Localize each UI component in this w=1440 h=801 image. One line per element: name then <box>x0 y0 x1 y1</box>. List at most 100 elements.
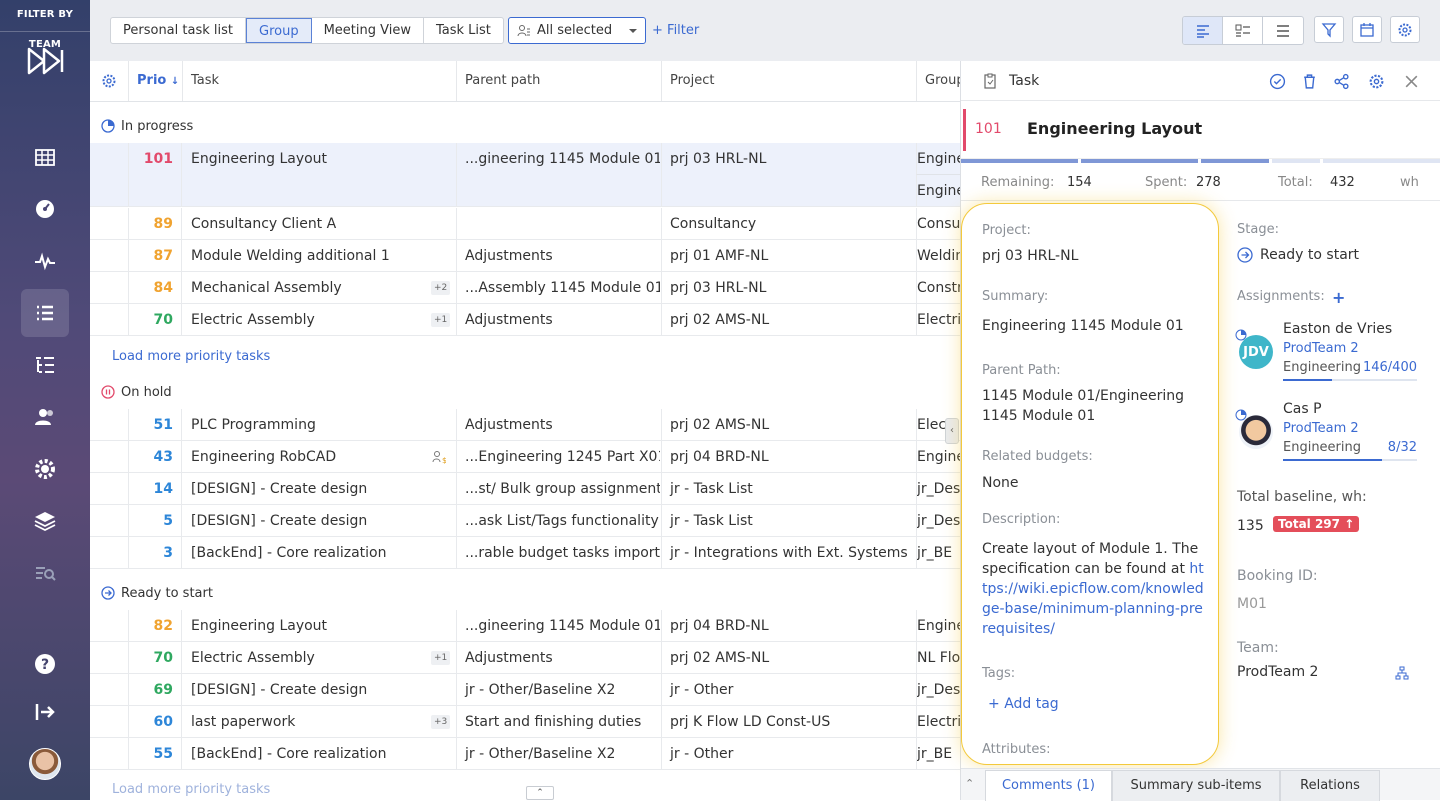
calendar-icon[interactable] <box>1352 16 1382 43</box>
table-row[interactable]: 5 [DESIGN] - Create design ...ask List/T… <box>90 505 960 537</box>
sidebar-dashboard-icon[interactable] <box>21 185 69 233</box>
view-task-list[interactable]: Task List <box>424 18 503 43</box>
total-value: 432 <box>1330 175 1355 190</box>
align-left-icon[interactable] <box>1183 17 1223 44</box>
task-id: 101 <box>975 121 1002 137</box>
sidebar-pulse-icon[interactable] <box>21 237 69 285</box>
table-row[interactable]: 43 Engineering RobCAD $ ...Engineering 1… <box>90 441 960 473</box>
trash-icon[interactable] <box>1301 73 1318 90</box>
booking-id-value[interactable]: M01 <box>1237 596 1267 612</box>
team-select[interactable]: All selected <box>508 17 646 44</box>
tab-summary-sub-items[interactable]: Summary sub-items <box>1112 770 1280 801</box>
budget-user-icon: $ <box>432 451 446 464</box>
check-circle-icon[interactable] <box>1269 73 1286 90</box>
subtask-count-badge: +1 <box>431 651 451 665</box>
chevron-up-icon[interactable]: ⌃ <box>965 777 974 790</box>
team-value[interactable]: ProdTeam 2 <box>1237 664 1318 680</box>
column-project[interactable]: Project <box>661 61 916 101</box>
list-icon[interactable] <box>1263 17 1303 44</box>
flag-icon <box>963 109 966 151</box>
sidebar-hierarchy-list-icon[interactable] <box>21 341 69 389</box>
gear-icon[interactable] <box>1368 73 1385 90</box>
filter-button[interactable]: + Filter <box>652 17 699 44</box>
table-row[interactable]: 55 [BackEnd] - Core realization jr - Oth… <box>90 738 960 770</box>
table-row[interactable]: 87 Module Welding additional 1 Adjustmen… <box>90 240 960 272</box>
task-name[interactable]: Engineering Layout <box>1027 119 1202 138</box>
app-logo-icon[interactable] <box>26 46 66 76</box>
sidebar-analytics-icon[interactable] <box>21 549 69 597</box>
task-title-row: 101 Engineering Layout <box>961 101 1440 159</box>
table-row[interactable]: 101 Engineering Layout ...gineering 1145… <box>90 143 960 207</box>
chevron-up-icon[interactable]: ⌃ <box>526 786 554 800</box>
task-detail-panel: Task 101 Engineering Layout Remaining: 1… <box>960 61 1440 801</box>
table-row[interactable]: 70 Electric Assembly +1 Adjustments prj … <box>90 304 960 336</box>
task-grid: In progress 101 Engineering Layout ...gi… <box>90 102 960 800</box>
close-icon[interactable] <box>1403 73 1420 90</box>
description-text[interactable]: Create layout of Module 1. The specifica… <box>982 539 1208 639</box>
description-card: Project: prj 03 HRL-NL Summary: Engineer… <box>961 203 1219 765</box>
table-row[interactable]: 3 [BackEnd] - Core realization ...rable … <box>90 537 960 569</box>
toolbar: Personal task list Group Meeting View Ta… <box>90 0 1440 61</box>
table-row[interactable]: 89 Consultancy Client A Consultancy Cons… <box>90 208 960 240</box>
table-row[interactable]: 69 [DESIGN] - Create design jr - Other/B… <box>90 674 960 706</box>
clipboard-icon <box>984 73 996 89</box>
panel-tabs: ⌃ Comments (1) Summary sub-items Relatio… <box>961 768 1440 801</box>
svg-text:?: ? <box>41 657 49 673</box>
sidebar-task-list-icon[interactable] <box>21 289 69 337</box>
person-list-icon[interactable] <box>1223 17 1263 44</box>
total-badge: Total 297 ↑ <box>1273 516 1360 532</box>
assignment-item[interactable]: Cas P ProdTeam 2 Engineering 8/32 <box>1235 401 1425 467</box>
table-row[interactable]: 51 PLC Programming Adjustments prj 02 AM… <box>90 409 960 441</box>
summary-value[interactable]: Engineering 1145 Module 01 <box>982 316 1208 336</box>
column-prio[interactable]: Prio ↓ <box>128 61 182 101</box>
column-settings-icon[interactable] <box>90 61 128 101</box>
collapse-panel-button[interactable]: ‹ <box>945 418 959 444</box>
team-select-value: All selected <box>537 23 613 38</box>
table-row[interactable]: 70 Electric Assembly +1 Adjustments prj … <box>90 642 960 674</box>
filter-funnel-icon[interactable] <box>1314 16 1344 43</box>
tab-comments[interactable]: Comments (1) <box>985 770 1112 801</box>
assignment-progress <box>1283 459 1417 461</box>
load-more-link[interactable]: Load more priority tasks <box>112 782 270 797</box>
sidebar-calendar-icon[interactable] <box>21 133 69 181</box>
table-row[interactable]: 82 Engineering Layout ...gineering 1145 … <box>90 610 960 642</box>
group-in-progress[interactable]: In progress <box>90 110 960 142</box>
tab-relations[interactable]: Relations <box>1280 770 1380 801</box>
user-avatar[interactable] <box>29 748 61 780</box>
sidebar-users-icon[interactable] <box>21 393 69 441</box>
panel-header: Task <box>961 61 1440 101</box>
svg-text:$: $ <box>442 456 446 464</box>
gear-icon[interactable] <box>1390 16 1420 43</box>
pause-icon <box>101 385 115 399</box>
table-row[interactable]: 84 Mechanical Assembly +2 ...Assembly 11… <box>90 272 960 304</box>
sidebar-settings-icon[interactable] <box>21 445 69 493</box>
subtask-count-badge: +3 <box>431 715 451 729</box>
org-chart-icon[interactable] <box>1395 666 1409 680</box>
parent-path-value[interactable]: 1145 Module 01/Engineering 1145 Module 0… <box>982 386 1208 426</box>
group-on-hold[interactable]: On hold <box>90 376 960 408</box>
stage-value[interactable]: Ready to start <box>1237 247 1359 263</box>
spent-value: 278 <box>1196 175 1221 190</box>
logout-icon[interactable] <box>21 688 69 736</box>
arrow-circle-icon <box>1237 247 1253 263</box>
add-assignment-icon[interactable]: + <box>1332 288 1345 307</box>
column-task[interactable]: Task <box>182 61 456 101</box>
load-more-link[interactable]: Load more priority tasks <box>112 349 270 364</box>
sidebar: FILTER BY TEAM ? <box>0 0 90 800</box>
column-parent-path[interactable]: Parent path <box>456 61 661 101</box>
sidebar-layers-icon[interactable] <box>21 497 69 545</box>
help-icon[interactable]: ? <box>21 640 69 688</box>
filter-by-team-label[interactable]: FILTER BY TEAM <box>0 0 90 50</box>
view-meeting[interactable]: Meeting View <box>312 18 424 43</box>
project-value[interactable]: prj 03 HRL-NL <box>982 246 1208 266</box>
table-row[interactable]: 14 [DESIGN] - Create design ...st/ Bulk … <box>90 473 960 505</box>
group-ready-to-start[interactable]: Ready to start <box>90 577 960 609</box>
table-row[interactable]: 60 last paperwork +3 Start and finishing… <box>90 706 960 738</box>
add-tag-button[interactable]: + Add tag <box>988 694 1214 714</box>
view-group[interactable]: Group <box>246 18 312 43</box>
view-personal-task-list[interactable]: Personal task list <box>111 18 246 43</box>
in-progress-icon <box>101 119 115 133</box>
assignment-item[interactable]: JDV Easton de Vries ProdTeam 2 Engineeri… <box>1235 321 1425 387</box>
column-group[interactable]: Group <box>916 61 965 101</box>
share-icon[interactable] <box>1333 73 1350 90</box>
